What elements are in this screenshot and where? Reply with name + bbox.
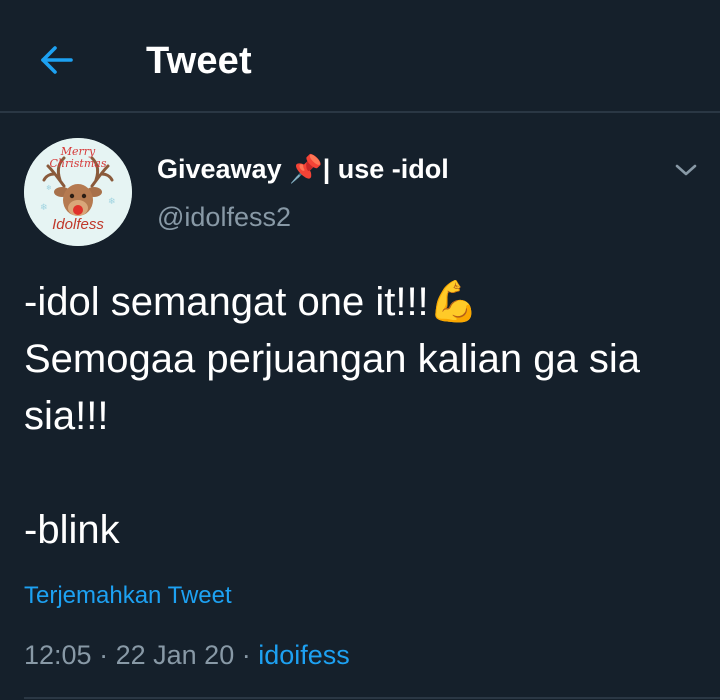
meta-separator: ·: [241, 640, 251, 670]
tweet-text: -idol semangat one it!!!💪 Semogaa perjua…: [24, 280, 640, 552]
svg-text:❄: ❄: [40, 203, 48, 213]
back-button[interactable]: [28, 36, 84, 84]
avatar-bottom-text: Idolfess: [52, 216, 104, 233]
avatar-top-text: Merry Christmas: [49, 145, 107, 170]
translate-tweet-link[interactable]: Terjemahkan Tweet: [24, 580, 232, 612]
tweet-time: 12:05: [24, 640, 92, 670]
tweet-menu-button[interactable]: [666, 152, 706, 188]
chevron-down-icon: [675, 164, 697, 176]
user-handle[interactable]: @idolfess2: [157, 200, 291, 234]
page-title: Tweet: [146, 40, 252, 82]
arrow-left-icon: [41, 46, 73, 74]
display-name[interactable]: Giveaway 📌| use -idol: [157, 152, 449, 186]
svg-text:❄: ❄: [46, 184, 52, 192]
top-app-bar: Tweet: [0, 0, 720, 113]
avatar[interactable]: ❄ ❄ ❄ Merry Christmas Idolfess: [24, 138, 132, 246]
svg-text:❄: ❄: [108, 197, 116, 207]
tweet-date: 22 Jan 20: [115, 640, 235, 670]
meta-separator: ·: [99, 640, 109, 670]
divider: [24, 697, 720, 699]
tweet-meta: 12:05 · 22 Jan 20 · idoifess: [24, 637, 350, 673]
tweet-source-link[interactable]: idoifess: [258, 640, 350, 670]
